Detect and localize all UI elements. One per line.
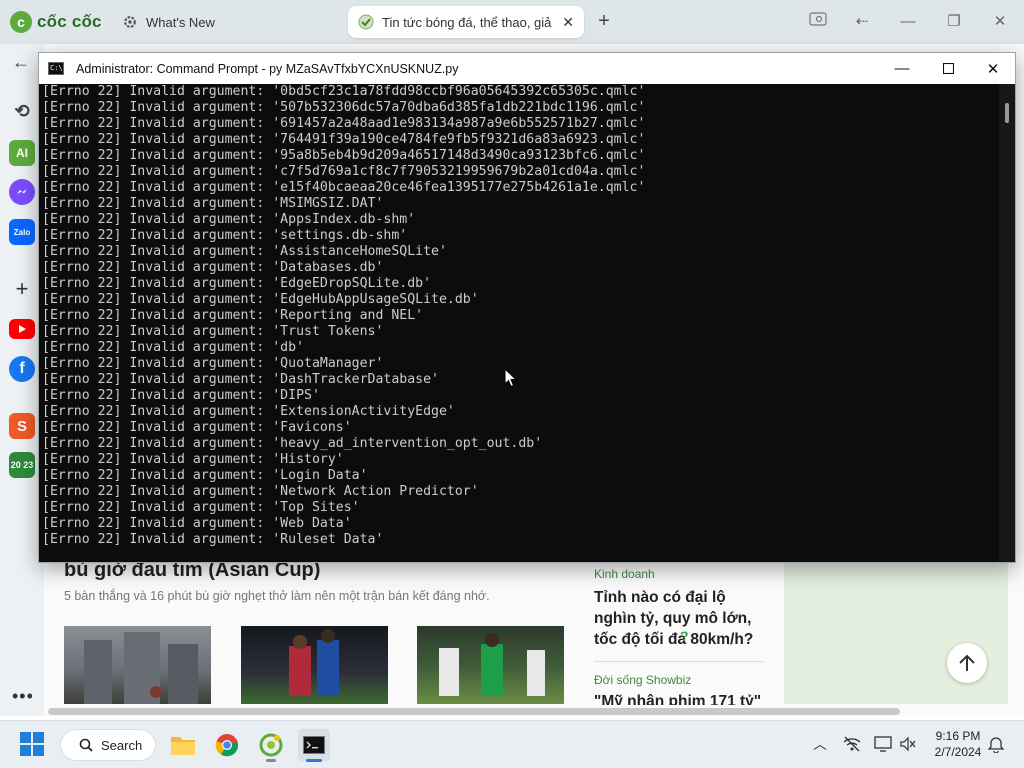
gear-icon bbox=[122, 14, 138, 30]
close-icon[interactable]: ✕ bbox=[562, 14, 574, 31]
notification-bell-icon[interactable] bbox=[986, 734, 1006, 754]
back-arrow-icon[interactable]: ⇠ bbox=[848, 10, 876, 34]
console-line: [Errno 22] Invalid argument: 'Reporting … bbox=[42, 308, 424, 323]
console-line: [Errno 22] Invalid argument: 'Top Sites' bbox=[42, 500, 360, 515]
ad-banner[interactable] bbox=[784, 560, 1008, 704]
console-line: [Errno 22] Invalid argument: 'settings.d… bbox=[42, 228, 408, 243]
taskbar-search[interactable]: Search bbox=[60, 729, 156, 761]
volume-muted-icon[interactable] bbox=[898, 734, 918, 754]
clock-date: 2/7/2024 bbox=[934, 745, 982, 759]
coccoc-logo-text: cốc cốc bbox=[37, 12, 102, 31]
taskbar-clock[interactable]: 9:16 PM 2/7/2024 bbox=[928, 728, 988, 760]
console-line: [Errno 22] Invalid argument: 'Web Data' bbox=[42, 516, 352, 531]
console-line: [Errno 22] Invalid argument: 'Favicons' bbox=[42, 420, 352, 435]
screenshot-icon[interactable] bbox=[804, 10, 832, 34]
restore-button[interactable]: ❐ bbox=[940, 10, 968, 34]
console-scrollbar[interactable] bbox=[999, 84, 1015, 562]
history-icon[interactable]: ⟲ bbox=[9, 98, 35, 124]
app-active-indicator bbox=[306, 759, 322, 762]
minimize-button[interactable]: — bbox=[894, 10, 922, 34]
messenger-icon[interactable] bbox=[9, 179, 35, 205]
tab-whats-new[interactable]: What's New bbox=[112, 6, 342, 38]
console-line: [Errno 22] Invalid argument: 'EdgeEDropS… bbox=[42, 276, 432, 291]
console-line: [Errno 22] Invalid argument: 'Trust Toke… bbox=[42, 324, 384, 339]
calendar-2023-icon[interactable]: 20 23 bbox=[9, 452, 35, 478]
console-line: [Errno 22] Invalid argument: '691457a2a4… bbox=[42, 116, 646, 131]
question-icon: ? bbox=[680, 628, 689, 644]
cmd-minimize-button[interactable]: — bbox=[879, 53, 925, 84]
youtube-icon[interactable] bbox=[9, 319, 35, 339]
mouse-pointer-icon bbox=[504, 367, 518, 388]
divider bbox=[594, 661, 764, 662]
tab-tin-tuc[interactable]: Tin tức bóng đá, thể thao, giả ✕ bbox=[348, 6, 584, 38]
site-favicon-icon bbox=[358, 14, 374, 30]
tab-label: What's New bbox=[146, 14, 215, 30]
console-line: [Errno 22] Invalid argument: '764491f39a… bbox=[42, 132, 646, 147]
cmd-title-bar[interactable]: C:\ Administrator: Command Prompt - py M… bbox=[39, 53, 1015, 84]
console-line: [Errno 22] Invalid argument: 'Network Ac… bbox=[42, 484, 479, 499]
coccoc-taskbar-icon[interactable] bbox=[255, 729, 287, 761]
console-line: [Errno 22] Invalid argument: 'MSIMGSIZ.D… bbox=[42, 196, 384, 211]
cmd-icon: C:\ bbox=[48, 62, 64, 75]
chrome-icon[interactable] bbox=[211, 729, 243, 761]
zalo-icon[interactable]: Zalo bbox=[9, 219, 35, 245]
console-line: [Errno 22] Invalid argument: 'QuotaManag… bbox=[42, 356, 384, 371]
console-line: [Errno 22] Invalid argument: 'ExtensionA… bbox=[42, 404, 455, 419]
scroll-to-top-button[interactable] bbox=[947, 643, 987, 683]
cmd-close-button[interactable]: ✕ bbox=[970, 53, 1016, 84]
tab-label: Tin tức bóng đá, thể thao, giả bbox=[382, 14, 552, 30]
chevron-up-icon[interactable]: ︿ bbox=[810, 734, 830, 754]
more-icon[interactable]: ••• bbox=[12, 686, 34, 707]
ai-icon[interactable]: AI bbox=[9, 140, 35, 166]
article-thumbnail-1[interactable] bbox=[64, 626, 211, 704]
console-line: [Errno 22] Invalid argument: 'db' bbox=[42, 340, 305, 355]
back-arrow-icon[interactable]: ← bbox=[12, 52, 30, 73]
search-label: Search bbox=[101, 737, 143, 753]
console-line: [Errno 22] Invalid argument: 'Ruleset Da… bbox=[42, 532, 384, 547]
cmd-title: Administrator: Command Prompt - py MZaSA… bbox=[76, 61, 459, 76]
console-line: [Errno 22] Invalid argument: 'Login Data… bbox=[42, 468, 368, 483]
command-prompt-window[interactable]: C:\ Administrator: Command Prompt - py M… bbox=[38, 52, 1016, 563]
network-offline-icon[interactable] bbox=[842, 734, 862, 754]
coccoc-logo-mark: c bbox=[10, 11, 32, 33]
cmd-maximize-button[interactable] bbox=[925, 53, 971, 84]
console-line: [Errno 22] Invalid argument: '0bd5cf23c1… bbox=[42, 84, 646, 99]
console-line: [Errno 22] Invalid argument: 'e15f40bcae… bbox=[42, 180, 646, 195]
console-scrollbar-thumb[interactable] bbox=[1005, 103, 1009, 123]
add-icon[interactable]: + bbox=[9, 276, 35, 302]
console-line: [Errno 22] Invalid argument: 'EdgeHubApp… bbox=[42, 292, 479, 307]
search-icon bbox=[79, 738, 93, 752]
console-line: [Errno 22] Invalid argument: '507b532306… bbox=[42, 100, 646, 115]
news-title[interactable]: Tỉnh nào có đại lộ nghìn tỷ, quy mô lớn,… bbox=[594, 587, 764, 650]
coccoc-logo[interactable]: c cốc cốc bbox=[10, 8, 102, 36]
shopee-icon[interactable]: S bbox=[9, 413, 35, 439]
article-thumbnail-2[interactable] bbox=[241, 626, 388, 704]
close-window-button[interactable]: ✕ bbox=[986, 10, 1014, 34]
article-lead: 5 bàn thắng và 16 phút bù giờ nghẹt thở … bbox=[64, 589, 490, 603]
facebook-icon[interactable]: f bbox=[9, 356, 35, 382]
console-output[interactable]: [Errno 22] Invalid argument: '0bd5cf23c1… bbox=[40, 84, 998, 562]
console-line: [Errno 22] Invalid argument: 'Assistance… bbox=[42, 244, 447, 259]
windows-start-icon[interactable] bbox=[20, 732, 44, 756]
display-icon[interactable] bbox=[873, 734, 893, 754]
console-line: [Errno 22] Invalid argument: 'Databases.… bbox=[42, 260, 384, 275]
clock-time: 9:16 PM bbox=[935, 729, 981, 743]
console-line: [Errno 22] Invalid argument: 'DIPS' bbox=[42, 388, 320, 403]
console-line: [Errno 22] Invalid argument: 'History' bbox=[42, 452, 344, 467]
console-line: [Errno 22] Invalid argument: 'DashTracke… bbox=[42, 372, 439, 387]
article-thumbnail-3[interactable] bbox=[417, 626, 564, 704]
app-running-indicator bbox=[266, 759, 276, 762]
console-line: [Errno 22] Invalid argument: 'AppsIndex.… bbox=[42, 212, 416, 227]
command-prompt-taskbar-icon[interactable] bbox=[298, 729, 330, 761]
console-line: [Errno 22] Invalid argument: '95a8b5eb4b… bbox=[42, 148, 646, 163]
news-title[interactable]: "Mỹ nhân phim 171 tỷ" bbox=[594, 693, 764, 705]
news-category[interactable]: Kinh doanh bbox=[594, 567, 655, 581]
news-category[interactable]: Đời sống Showbiz bbox=[594, 673, 691, 687]
file-explorer-icon[interactable] bbox=[167, 729, 199, 761]
console-line: [Errno 22] Invalid argument: 'heavy_ad_i… bbox=[42, 436, 543, 451]
console-line: [Errno 22] Invalid argument: 'c7f5d769a1… bbox=[42, 164, 646, 179]
horizontal-scrollbar[interactable] bbox=[48, 708, 900, 715]
new-tab-button[interactable]: + bbox=[592, 10, 616, 34]
